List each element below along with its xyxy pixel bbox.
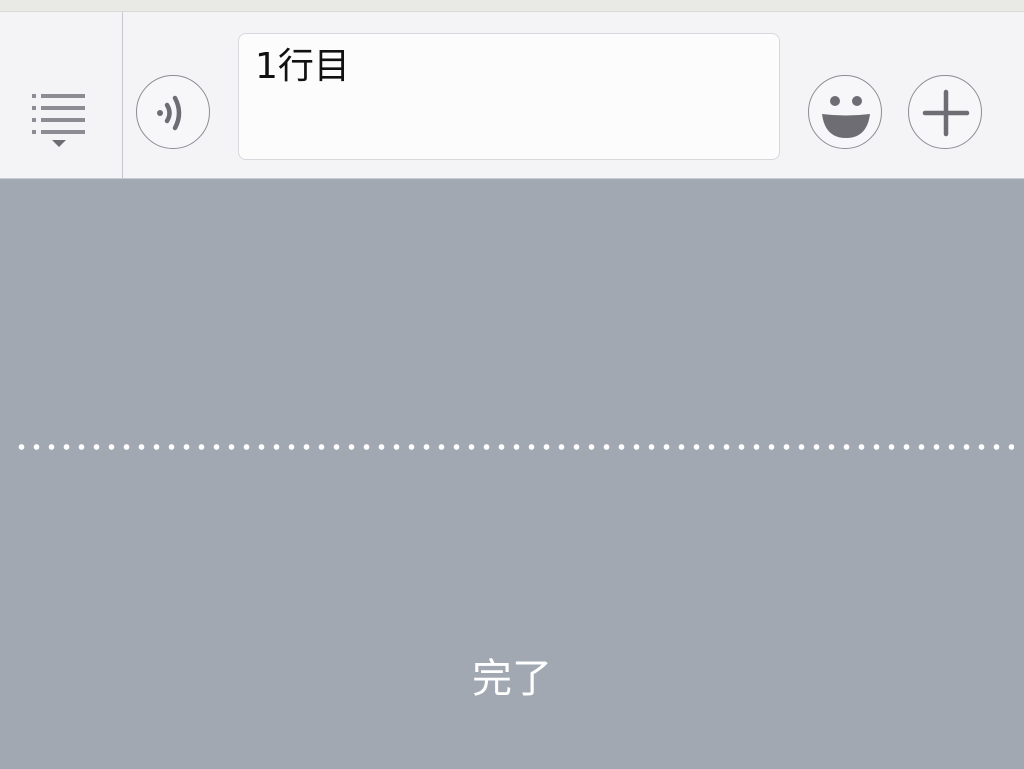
- done-button[interactable]: 完了: [412, 639, 612, 719]
- voice-message-icon: [157, 95, 182, 131]
- dotted-divider: [14, 444, 1014, 450]
- top-edge: [0, 0, 1024, 12]
- list-menu-icon: [32, 94, 85, 147]
- emoji-button[interactable]: [808, 75, 882, 149]
- keyboard-area: 完了: [0, 179, 1024, 769]
- composer-toolbar: 1行目: [0, 12, 1024, 179]
- smiley-emoji-icon: [822, 96, 870, 138]
- plus-icon: [922, 89, 970, 137]
- voice-button[interactable]: [136, 75, 210, 149]
- plus-button[interactable]: [908, 75, 982, 149]
- menu-button[interactable]: [0, 12, 123, 178]
- message-input[interactable]: 1行目: [238, 33, 780, 160]
